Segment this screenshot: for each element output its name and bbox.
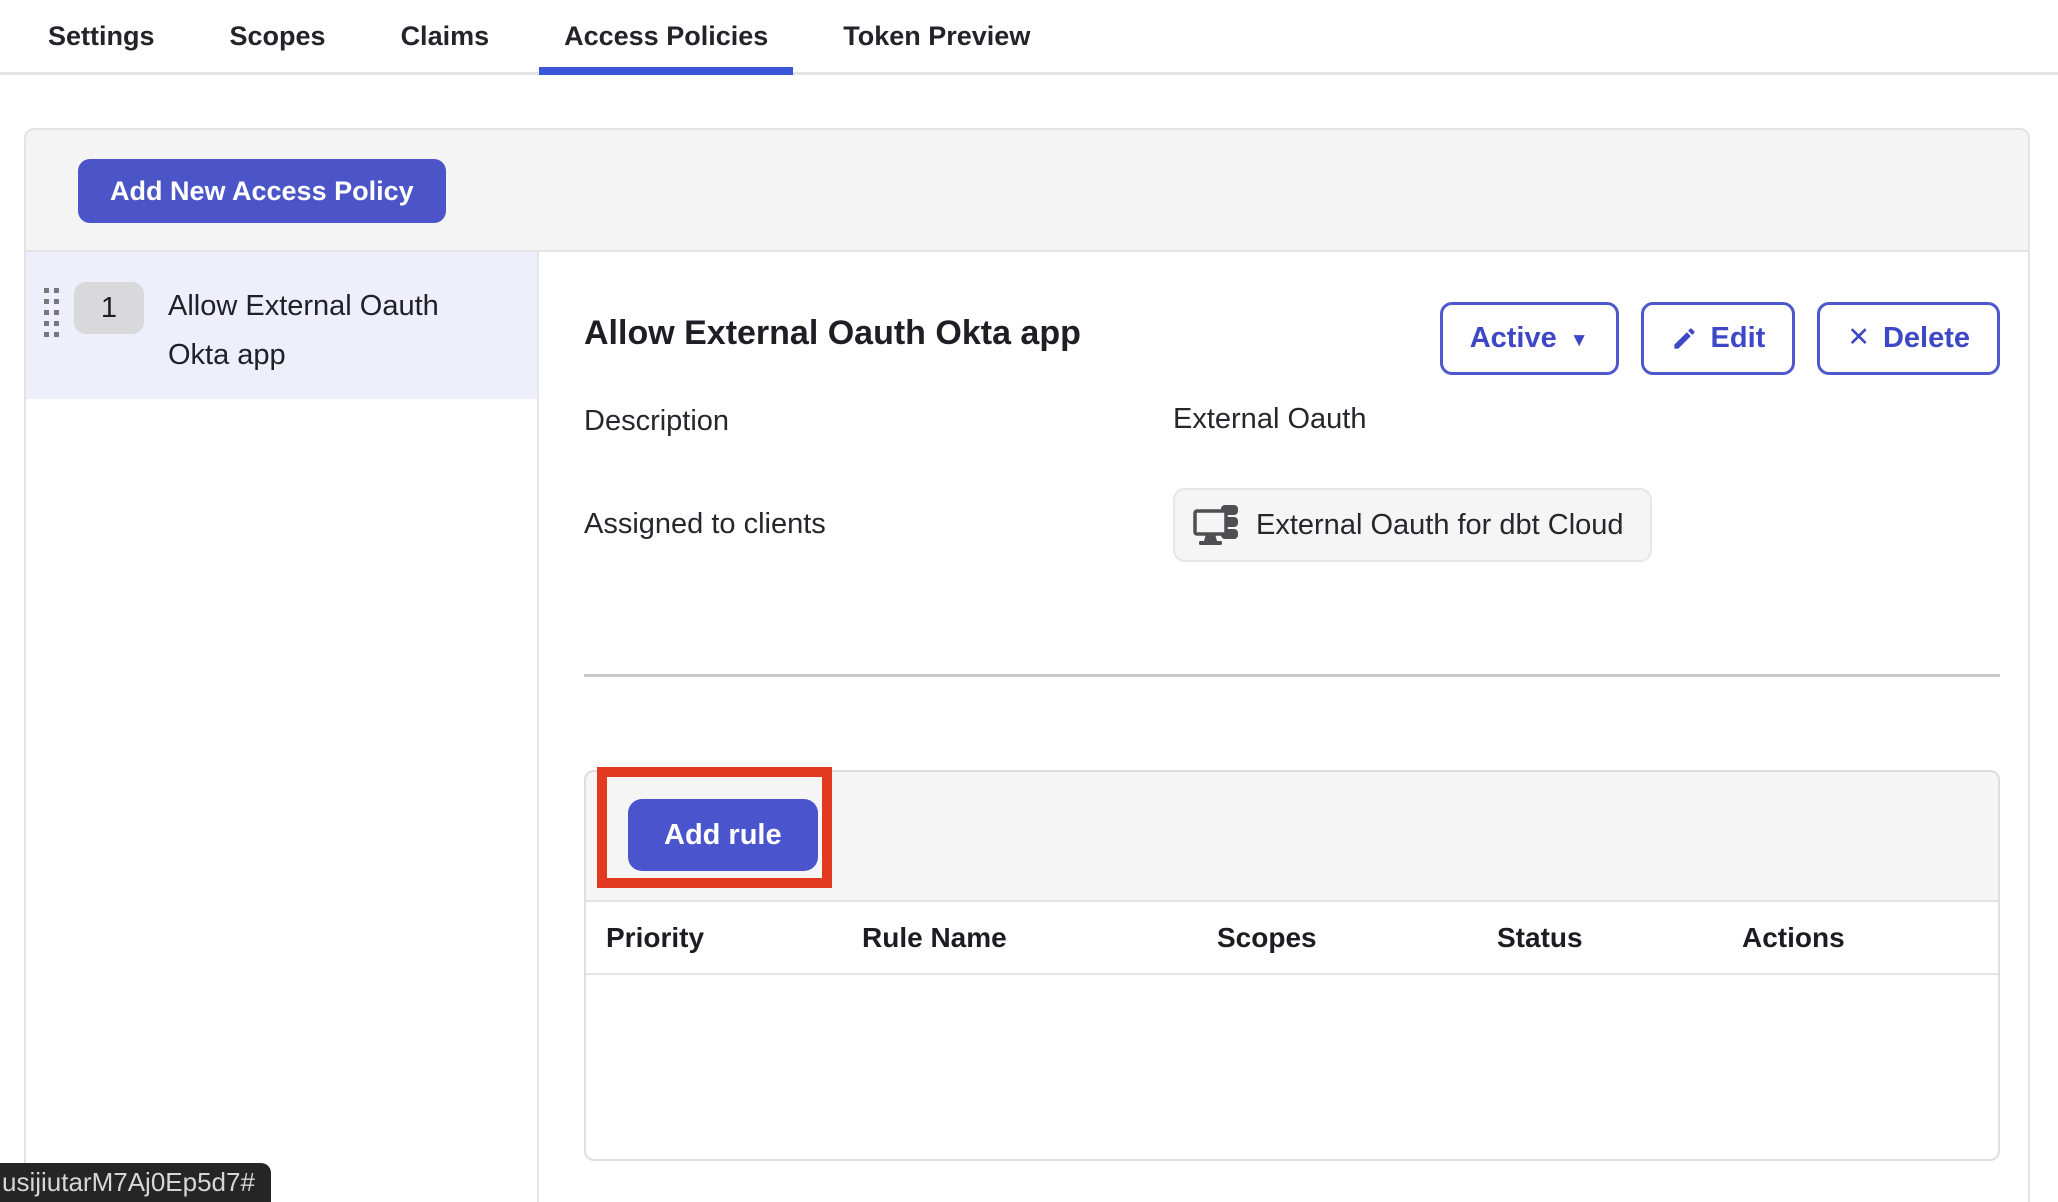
policy-fields: Description External Oauth Assigned to c… bbox=[584, 403, 2000, 562]
policy-title: Allow External Oauth Okta app bbox=[584, 302, 1081, 353]
section-divider bbox=[584, 674, 2000, 677]
add-new-access-policy-button[interactable]: Add New Access Policy bbox=[78, 159, 446, 223]
chevron-down-icon: ▼ bbox=[1570, 330, 1589, 352]
close-x-icon: ✕ bbox=[1847, 322, 1870, 353]
access-policies-panel: Add New Access Policy bbox=[24, 128, 2030, 1202]
tab-settings[interactable]: Settings bbox=[23, 0, 180, 72]
tab-settings-label: Settings bbox=[48, 21, 155, 52]
rules-table-header-row: Priority Rule Name Scopes Status Actions bbox=[586, 902, 1998, 975]
drag-handle-icon[interactable] bbox=[44, 286, 60, 338]
policy-action-buttons: Active ▼ Edit ✕ bbox=[1440, 302, 2000, 375]
edit-button-label: Edit bbox=[1711, 322, 1766, 355]
policy-panel-body: 1 Allow External Oauth Okta app Allow Ex… bbox=[26, 252, 2028, 1202]
edit-policy-button[interactable]: Edit bbox=[1641, 302, 1796, 375]
page: Settings Scopes Claims Access Policies T… bbox=[0, 0, 2058, 1202]
rules-empty-body bbox=[586, 975, 1998, 1159]
client-app-monitor-database-icon bbox=[1193, 503, 1241, 547]
tab-token-preview[interactable]: Token Preview bbox=[818, 0, 1055, 72]
add-rule-button[interactable]: Add rule bbox=[628, 799, 818, 871]
tab-claims-label: Claims bbox=[401, 21, 490, 52]
rules-col-priority: Priority bbox=[586, 922, 842, 954]
active-tab-underline bbox=[539, 67, 793, 75]
client-chip[interactable]: External Oauth for dbt Cloud bbox=[1173, 488, 1652, 562]
rules-header: Add rule bbox=[586, 772, 1998, 902]
policy-detail-header: Allow External Oauth Okta app Active ▼ bbox=[584, 302, 2000, 375]
rules-col-scopes: Scopes bbox=[1197, 922, 1477, 954]
assigned-clients-row: Assigned to clients bbox=[584, 488, 2000, 562]
rules-col-actions: Actions bbox=[1722, 922, 1998, 954]
policy-priority-badge: 1 bbox=[74, 282, 144, 334]
policy-panel-header: Add New Access Policy bbox=[26, 130, 2028, 252]
rules-col-rule-name: Rule Name bbox=[842, 922, 1197, 954]
tab-scopes-label: Scopes bbox=[230, 21, 326, 52]
assigned-clients-label: Assigned to clients bbox=[584, 488, 1173, 541]
description-row: Description External Oauth bbox=[584, 403, 2000, 438]
policy-list-item[interactable]: 1 Allow External Oauth Okta app bbox=[26, 252, 537, 399]
delete-button-label: Delete bbox=[1883, 322, 1970, 355]
tab-access-policies[interactable]: Access Policies bbox=[539, 0, 793, 72]
description-label: Description bbox=[584, 403, 1173, 438]
tab-access-policies-label: Access Policies bbox=[564, 21, 768, 52]
policy-status-label: Active bbox=[1470, 322, 1557, 355]
status-url-tooltip: usijiutarM7Aj0Ep5d7# bbox=[0, 1163, 271, 1202]
tab-scopes[interactable]: Scopes bbox=[205, 0, 351, 72]
policy-list: 1 Allow External Oauth Okta app bbox=[26, 252, 539, 1202]
policy-detail-pane: Allow External Oauth Okta app Active ▼ bbox=[539, 252, 2028, 1202]
edit-pencil-icon bbox=[1671, 325, 1698, 352]
tab-bar: Settings Scopes Claims Access Policies T… bbox=[0, 0, 2058, 75]
rules-panel: Add rule Priority Rule Name Scopes Statu… bbox=[584, 770, 2000, 1161]
delete-policy-button[interactable]: ✕ Delete bbox=[1817, 302, 2000, 375]
tab-claims[interactable]: Claims bbox=[376, 0, 515, 72]
client-chip-label: External Oauth for dbt Cloud bbox=[1256, 509, 1624, 542]
tab-token-preview-label: Token Preview bbox=[843, 21, 1030, 52]
policy-status-dropdown-button[interactable]: Active ▼ bbox=[1440, 302, 1619, 375]
policy-name-label: Allow External Oauth Okta app bbox=[168, 282, 478, 380]
description-value: External Oauth bbox=[1173, 403, 1366, 436]
rules-col-status: Status bbox=[1477, 922, 1722, 954]
